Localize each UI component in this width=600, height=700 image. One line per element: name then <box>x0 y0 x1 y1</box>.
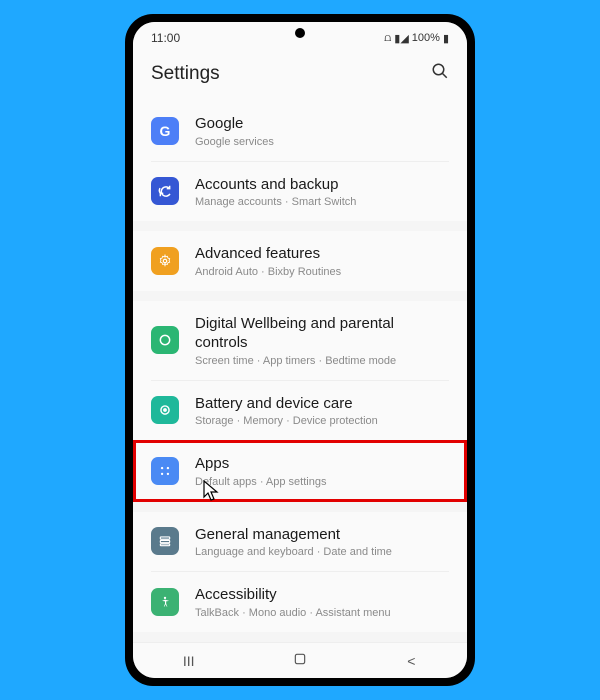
settings-group: General management Language and keyboard… <box>133 512 467 632</box>
settings-item-battery[interactable]: Battery and device care Storage · Memory… <box>151 380 449 441</box>
search-icon <box>431 62 449 80</box>
settings-group: G Google Google services Accounts and ba… <box>133 101 467 221</box>
apps-icon <box>151 457 179 485</box>
home-button[interactable] <box>280 652 320 669</box>
item-subtitle: Android Auto · Bixby Routines <box>195 266 449 278</box>
item-subtitle: Default apps · App settings <box>195 476 449 488</box>
item-subtitle: Screen time · App timers · Bedtime mode <box>195 355 449 367</box>
wellbeing-icon <box>151 326 179 354</box>
battery-icon: ▮ <box>443 32 449 45</box>
item-subtitle: Language and keyboard · Date and time <box>195 546 449 558</box>
settings-item-general[interactable]: General management Language and keyboard… <box>151 512 449 572</box>
general-icon <box>151 527 179 555</box>
item-title: Google <box>195 114 449 134</box>
item-title: Advanced features <box>195 244 449 264</box>
settings-item-apps[interactable]: Apps Default apps · App settings <box>133 440 467 502</box>
settings-list[interactable]: G Google Google services Accounts and ba… <box>133 101 467 642</box>
item-title: Apps <box>195 454 449 474</box>
item-subtitle: TalkBack · Mono audio · Assistant menu <box>195 607 449 619</box>
settings-item-google[interactable]: G Google Google services <box>151 101 449 161</box>
page-title: Settings <box>151 63 220 85</box>
settings-group: Digital Wellbeing and parental controls … <box>133 301 467 502</box>
front-camera <box>295 28 305 38</box>
accessibility-icon <box>151 588 179 616</box>
gear-icon <box>151 247 179 275</box>
item-title: Battery and device care <box>195 394 449 414</box>
status-indicators: ⩍ ▮◢ 100% ▮ <box>384 32 449 45</box>
item-subtitle: Google services <box>195 136 449 148</box>
settings-item-accessibility[interactable]: Accessibility TalkBack · Mono audio · As… <box>151 571 449 632</box>
navigation-bar: III < <box>133 642 467 678</box>
search-button[interactable] <box>431 62 449 85</box>
device-care-icon <box>151 396 179 424</box>
settings-group: Advanced features Android Auto · Bixby R… <box>133 231 467 291</box>
item-subtitle: Manage accounts · Smart Switch <box>195 196 449 208</box>
screen: 11:00 ⩍ ▮◢ 100% ▮ Settings G Google Goog… <box>133 22 467 678</box>
settings-item-accounts[interactable]: Accounts and backup Manage accounts · Sm… <box>151 161 449 222</box>
battery-text: 100% <box>412 32 440 44</box>
back-button[interactable]: < <box>391 653 431 669</box>
settings-item-wellbeing[interactable]: Digital Wellbeing and parental controls … <box>151 301 449 380</box>
google-icon: G <box>151 117 179 145</box>
signal-icon: ▮◢ <box>394 32 409 45</box>
settings-item-advanced[interactable]: Advanced features Android Auto · Bixby R… <box>151 231 449 291</box>
item-subtitle: Storage · Memory · Device protection <box>195 415 449 427</box>
clock: 11:00 <box>151 31 180 45</box>
item-title: Digital Wellbeing and parental controls <box>195 314 449 353</box>
wifi-icon: ⩍ <box>384 32 391 45</box>
recents-button[interactable]: III <box>169 653 209 669</box>
backup-icon <box>151 177 179 205</box>
item-title: General management <box>195 525 449 545</box>
item-title: Accessibility <box>195 585 449 605</box>
settings-header: Settings <box>133 48 467 101</box>
item-title: Accounts and backup <box>195 175 449 195</box>
phone-frame: 11:00 ⩍ ▮◢ 100% ▮ Settings G Google Goog… <box>125 14 475 686</box>
